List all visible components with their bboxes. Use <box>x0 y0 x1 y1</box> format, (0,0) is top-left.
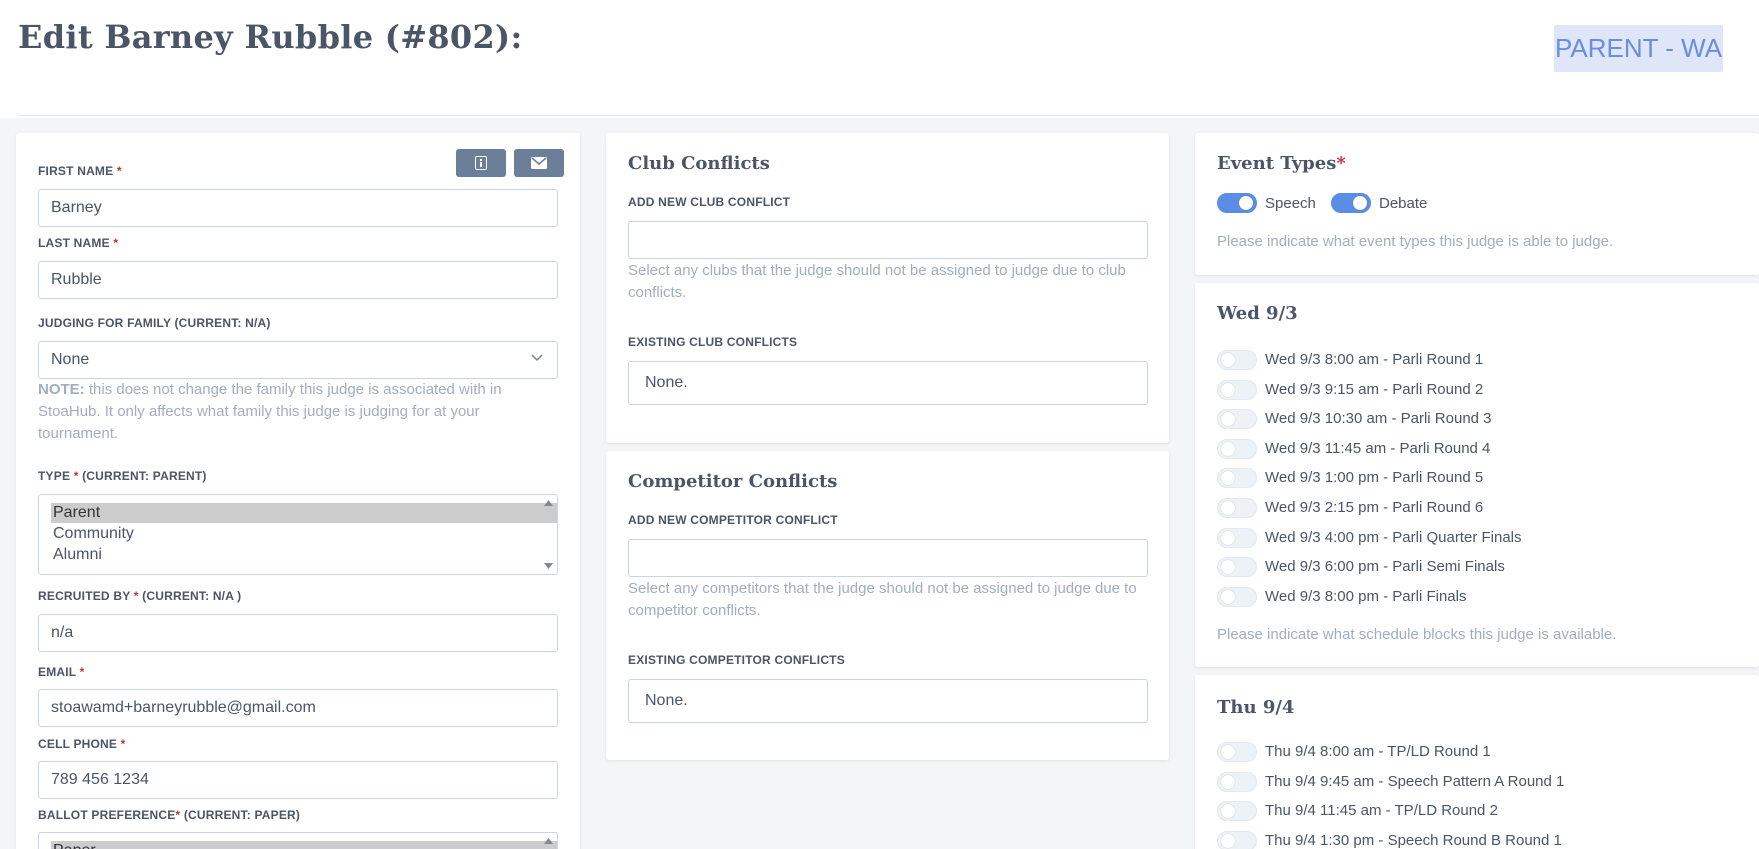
schedule-block-wed-toggle[interactable] <box>1217 557 1257 578</box>
family-note: NOTE: this does not change the family th… <box>38 381 502 442</box>
page-title: Edit Barney Rubble (#802): <box>18 18 523 56</box>
club-conflicts-title: Club Conflicts <box>628 153 770 174</box>
email-input[interactable]: stoawamd+barneyrubble@gmail.com <box>38 689 558 727</box>
schedule-block-wed-label: Wed 9/3 4:00 pm - Parli Quarter Finals <box>1265 528 1522 546</box>
schedule-block-thu-toggle[interactable] <box>1217 742 1257 762</box>
existing-competitor-conflicts-box: None. <box>628 679 1148 723</box>
first-name-label: FIRST NAME * <box>38 164 122 178</box>
speech-toggle[interactable] <box>1217 193 1257 213</box>
page-header: Edit Barney Rubble (#802): PARENT - WA <box>0 0 1759 118</box>
schedule-block-thu-toggle[interactable] <box>1217 801 1257 822</box>
schedule-block-wed-label: Wed 9/3 8:00 am - Parli Round 1 <box>1265 351 1484 368</box>
schedule-block-wed-toggle[interactable] <box>1217 379 1257 400</box>
schedule-block-wed-toggle[interactable] <box>1217 350 1257 370</box>
schedule-block-thu-label: Thu 9/4 8:00 am - TP/LD Round 1 <box>1265 743 1491 760</box>
recruited-by-label: RECRUITED BY * (CURRENT: N/A ) <box>38 589 242 603</box>
schedule-block-wed-label: Wed 9/3 6:00 pm - Parli Semi Finals <box>1265 558 1505 576</box>
cell-phone-input[interactable]: 789 456 1234 <box>38 761 558 799</box>
schedule-block-wed-toggle[interactable] <box>1217 586 1257 607</box>
ballot-preference-label: BALLOT PREFERENCE* (CURRENT: PAPER) <box>38 808 301 822</box>
schedule-block-wed-toggle[interactable] <box>1217 438 1257 459</box>
type-option-alumni[interactable]: Alumni <box>51 545 557 565</box>
add-competitor-conflict-input[interactable] <box>628 539 1148 577</box>
competitor-conflicts-card: Competitor Conflicts ADD NEW COMPETITOR … <box>606 451 1169 760</box>
schedule-block-wed-toggle[interactable] <box>1217 468 1257 489</box>
schedule-block-thu-label: Thu 9/4 11:45 am - TP/LD Round 2 <box>1265 802 1498 820</box>
schedule-block-thu-label: Thu 9/4 1:30 pm - Speech Round B Round 1 <box>1265 831 1562 849</box>
schedule-block-wed-toggle[interactable] <box>1217 527 1257 548</box>
judge-details-card: FIRST NAME * Barney LAST NAME * Rubble J… <box>16 133 580 849</box>
existing-competitor-conflicts-label: EXISTING COMPETITOR CONFLICTS <box>628 653 845 667</box>
event-types-card: Event Types* Speech Debate Please indica… <box>1195 133 1759 275</box>
family-select[interactable]: None <box>38 341 558 379</box>
schedule-block-wed-label: Wed 9/3 1:00 pm - Parli Round 5 <box>1265 469 1484 487</box>
last-name-input[interactable]: Rubble <box>38 261 558 299</box>
debate-toggle-label: Debate <box>1379 195 1428 212</box>
schedule-block-wed-label: Wed 9/3 11:45 am - Parli Round 4 <box>1265 439 1491 457</box>
type-option-parent[interactable]: Parent <box>51 503 557 523</box>
schedule-block-wed-toggle[interactable] <box>1217 498 1257 518</box>
event-types-help: Please indicate what event types this ju… <box>1217 233 1614 250</box>
add-club-conflict-input[interactable] <box>628 221 1148 259</box>
scroll-up-icon <box>544 500 553 506</box>
email-label: EMAIL * <box>38 665 85 679</box>
info-button[interactable] <box>456 149 506 177</box>
family-select-value: None <box>51 351 90 368</box>
club-conflict-help: Select any clubs that the judge should n… <box>628 262 1126 301</box>
schedule-wed-card: Wed 9/3 Wed 9/3 8:00 am - Parli Round 1 W… <box>1195 283 1759 667</box>
last-name-label: LAST NAME * <box>38 236 119 250</box>
schedule-wed-title: Wed 9/3 <box>1217 303 1298 324</box>
schedule-block-wed-toggle[interactable] <box>1217 409 1257 430</box>
competitor-conflict-help: Select any competitors that the judge sh… <box>628 580 1137 619</box>
type-option-community[interactable]: Community <box>51 524 557 544</box>
competitor-conflicts-title: Competitor Conflicts <box>628 471 838 492</box>
mail-icon <box>531 157 547 169</box>
schedule-block-wed-label: Wed 9/3 8:00 pm - Parli Finals <box>1265 587 1467 605</box>
cell-phone-label: CELL PHONE * <box>38 737 126 751</box>
schedule-block-thu-toggle[interactable] <box>1217 771 1257 792</box>
first-name-input[interactable]: Barney <box>38 189 558 227</box>
ballot-preference-listbox[interactable]: Paper <box>38 832 558 849</box>
schedule-block-wed-label: Wed 9/3 2:15 pm - Parli Round 6 <box>1265 499 1484 516</box>
judge-type-badge: PARENT - WA <box>1554 25 1723 72</box>
schedule-block-thu-label: Thu 9/4 9:45 am - Speech Pattern A Round… <box>1265 772 1565 790</box>
schedule-block-wed-label: Wed 9/3 9:15 am - Parli Round 2 <box>1265 380 1484 398</box>
event-types-title: Event Types* <box>1217 153 1346 174</box>
header-divider <box>18 115 1759 116</box>
schedule-wed-help: Please indicate what schedule blocks thi… <box>1217 626 1617 643</box>
schedule-block-wed-label: Wed 9/3 10:30 am - Parli Round 3 <box>1265 410 1492 428</box>
club-conflicts-card: Club Conflicts ADD NEW CLUB CONFLICT Sel… <box>606 133 1169 443</box>
scroll-down-icon <box>544 563 553 569</box>
speech-toggle-label: Speech <box>1265 195 1316 212</box>
scroll-up-icon <box>544 838 553 844</box>
debate-toggle[interactable] <box>1331 193 1371 213</box>
schedule-thu-card: Thu 9/4 Thu 9/4 8:00 am - TP/LD Round 1 T… <box>1195 675 1759 849</box>
info-icon <box>475 156 487 170</box>
chevron-down-icon <box>531 354 543 362</box>
recruited-by-input[interactable]: n/a <box>38 614 558 652</box>
email-button[interactable] <box>514 149 564 177</box>
add-club-conflict-label: ADD NEW CLUB CONFLICT <box>628 195 791 209</box>
type-scrollbar[interactable] <box>540 495 557 574</box>
existing-club-conflicts-label: EXISTING CLUB CONFLICTS <box>628 335 798 349</box>
ballot-option-paper[interactable]: Paper <box>51 841 557 849</box>
add-competitor-conflict-label: ADD NEW COMPETITOR CONFLICT <box>628 513 838 527</box>
ballot-scrollbar[interactable] <box>540 833 557 849</box>
schedule-block-thu-toggle[interactable] <box>1217 830 1257 849</box>
type-label: TYPE * (CURRENT: PARENT) <box>38 469 207 483</box>
schedule-thu-title: Thu 9/4 <box>1217 697 1295 718</box>
existing-club-conflicts-box: None. <box>628 361 1148 405</box>
type-listbox[interactable]: Parent Community Alumni <box>38 494 558 575</box>
family-label: JUDGING FOR FAMILY (CURRENT: N/A) <box>38 316 271 330</box>
